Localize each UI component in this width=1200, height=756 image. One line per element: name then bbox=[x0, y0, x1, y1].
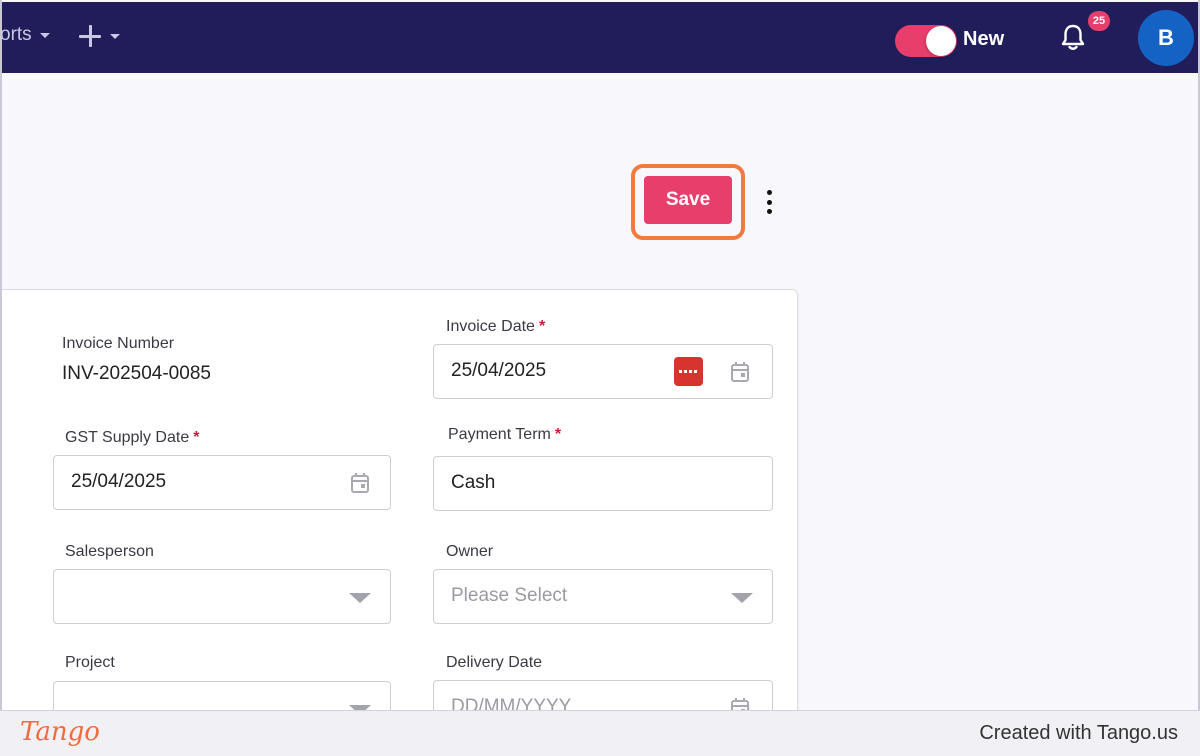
owner-select[interactable]: Please Select bbox=[433, 569, 773, 624]
calendar-icon[interactable] bbox=[730, 361, 750, 383]
user-avatar[interactable]: B bbox=[1138, 10, 1194, 66]
kebab-dot bbox=[766, 190, 772, 195]
bell-icon[interactable] bbox=[1056, 20, 1090, 54]
gst-supply-date-value: 25/04/2025 bbox=[71, 471, 167, 492]
required-marker: * bbox=[554, 426, 562, 443]
notification-count-badge: 25 bbox=[1088, 11, 1110, 31]
invoice-date-field[interactable]: 25/04/2025 bbox=[433, 344, 773, 399]
nav-reports-label: orts bbox=[0, 24, 32, 45]
payment-term-input[interactable]: Cash bbox=[433, 456, 773, 511]
invoice-form-card: Invoice Number INV-202504-0085 Invoice D… bbox=[2, 289, 798, 710]
chevron-down-icon bbox=[39, 32, 50, 38]
kebab-dot bbox=[766, 199, 772, 205]
owner-label: Owner bbox=[446, 543, 494, 560]
payment-term-label-text: Payment Term bbox=[448, 426, 551, 443]
nav-reports-menu[interactable]: orts bbox=[0, 24, 50, 46]
tango-logo: Tango bbox=[20, 717, 100, 747]
invoice-date-value: 25/04/2025 bbox=[451, 360, 547, 381]
gst-supply-date-field[interactable]: 25/04/2025 bbox=[53, 455, 391, 510]
toggle-label: New bbox=[963, 28, 1005, 50]
more-options-icon[interactable] bbox=[761, 188, 777, 216]
payment-term-value: Cash bbox=[451, 472, 496, 493]
delivery-date-label: Delivery Date bbox=[446, 654, 543, 671]
project-select[interactable] bbox=[53, 681, 391, 710]
required-marker: * bbox=[538, 318, 546, 335]
tango-footer: Tango Created with Tango.us bbox=[0, 710, 1200, 756]
top-navigation-bar: orts New 25 B bbox=[0, 2, 1198, 73]
created-with-credit: Created with Tango.us bbox=[979, 722, 1178, 744]
chevron-down-icon bbox=[731, 593, 753, 603]
chevron-down-icon bbox=[110, 33, 120, 39]
invoice-number-label: Invoice Number bbox=[62, 335, 175, 352]
save-button[interactable]: Save bbox=[644, 176, 732, 224]
invoice-date-label: Invoice Date * bbox=[446, 318, 545, 336]
gst-supply-date-label: GST Supply Date * bbox=[65, 429, 199, 447]
invoice-number-value: INV-202504-0085 bbox=[62, 363, 211, 384]
app-window: orts New 25 B Save Invoice Number INV-20… bbox=[0, 0, 1200, 710]
calendar-icon[interactable] bbox=[350, 472, 370, 494]
invoice-date-label-text: Invoice Date bbox=[446, 318, 535, 335]
new-ui-toggle[interactable] bbox=[895, 25, 957, 57]
password-manager-icon[interactable] bbox=[674, 357, 703, 386]
chevron-down-icon bbox=[349, 593, 371, 603]
payment-term-label: Payment Term * bbox=[448, 426, 561, 444]
required-marker: * bbox=[193, 429, 200, 446]
delivery-date-field[interactable]: DD/MM/YYYY bbox=[433, 680, 773, 710]
kebab-dot bbox=[766, 209, 772, 214]
calendar-icon[interactable] bbox=[730, 697, 750, 710]
plus-icon bbox=[78, 24, 102, 48]
salesperson-label: Salesperson bbox=[65, 543, 154, 560]
add-new-menu[interactable] bbox=[78, 24, 120, 48]
owner-placeholder: Please Select bbox=[451, 585, 568, 606]
salesperson-select[interactable] bbox=[53, 569, 391, 624]
delivery-date-placeholder: DD/MM/YYYY bbox=[451, 696, 572, 710]
gst-supply-date-label-text: GST Supply Date bbox=[65, 429, 190, 446]
toggle-knob bbox=[926, 26, 956, 56]
project-label: Project bbox=[65, 654, 115, 671]
